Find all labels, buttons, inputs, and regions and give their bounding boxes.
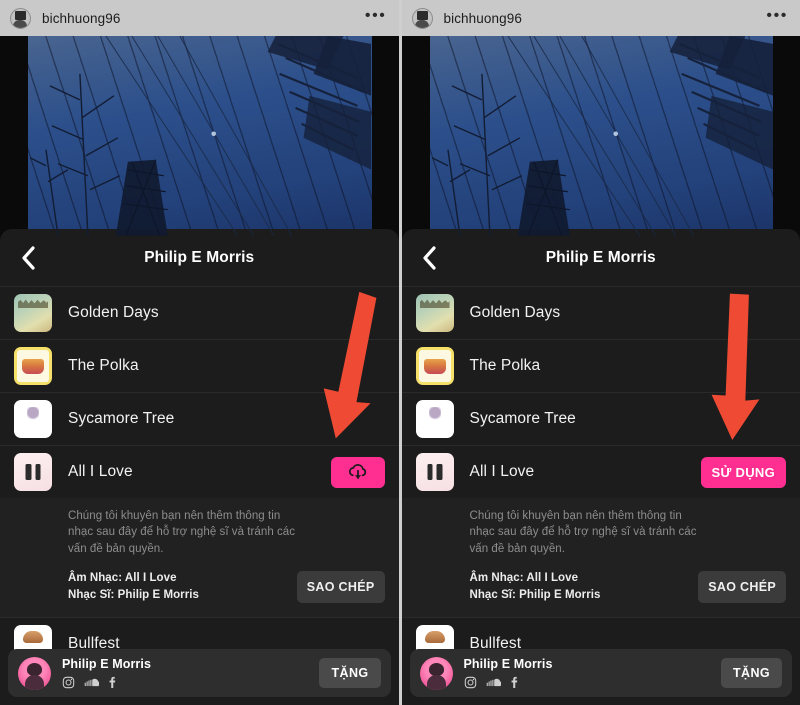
pause-icon <box>25 464 41 480</box>
the-polka-album-art <box>415 347 454 385</box>
facebook-icon[interactable] <box>108 675 117 689</box>
artist-name-line: Nhạc Sĩ: Philip E Morris <box>68 589 199 601</box>
track-title: All I Love <box>469 463 535 480</box>
artist-info: Philip E Morris <box>464 657 553 689</box>
copyright-advice-text: Chúng tôi khuyên bạn nên thêm thông tin … <box>469 510 697 555</box>
use-button[interactable]: SỬ DỤNG <box>700 456 786 488</box>
screenshot-stage: bichhuong96 ••• Philip E Morris Golden D… <box>0 0 800 705</box>
track-action-slot <box>330 456 385 488</box>
download-button[interactable] <box>330 456 385 488</box>
artist-name: Philip E Morris <box>62 657 152 671</box>
track-details-panel: Chúng tôi khuyên bạn nên thêm thông tin … <box>0 498 399 618</box>
back-chevron-glyph <box>423 245 436 270</box>
more-options-dots-icon[interactable]: ••• <box>365 7 387 29</box>
track-title: Golden Days <box>68 304 159 321</box>
copyright-advice-text: Chúng tôi khuyên bạn nên thêm thông tin … <box>68 510 296 555</box>
artist-info: Philip E Morris <box>62 657 151 689</box>
instagram-username[interactable]: bichhuong96 <box>444 11 522 26</box>
profile-avatar-icon[interactable] <box>10 7 31 29</box>
music-sheet: Philip E Morris Golden Days The Polka Sy… <box>0 229 399 705</box>
artist-name: Philip E Morris <box>463 657 553 671</box>
instagram-icon[interactable] <box>464 676 477 689</box>
sheet-header: Philip E Morris <box>0 229 399 286</box>
track-title: All I Love <box>68 463 133 480</box>
post-photo-region: bichhuong96 ••• <box>401 0 800 236</box>
track-title: The Polka <box>469 357 541 374</box>
track-title: The Polka <box>68 357 139 374</box>
all-i-love-album-art <box>14 453 52 491</box>
track-row-the-polka[interactable]: The Polka <box>401 339 800 392</box>
track-row-all-i-love[interactable]: All I Love <box>0 445 399 498</box>
music-title-line: Âm Nhạc: All I Love <box>68 571 177 584</box>
artist-social-links <box>464 675 553 689</box>
left-panel: bichhuong96 ••• Philip E Morris Golden D… <box>0 0 399 705</box>
sycamore-tree-album-art <box>415 400 454 438</box>
track-action-slot: SỬ DỤNG <box>700 456 786 488</box>
artist-social-links <box>62 675 151 689</box>
golden-days-album-art <box>14 294 52 332</box>
cloud-download-icon <box>348 464 366 479</box>
right-panel: bichhuong96 ••• Philip E Morris Golden D… <box>401 0 800 705</box>
copy-button[interactable]: SAO CHÉP <box>296 571 385 603</box>
artist-avatar-icon[interactable] <box>18 656 51 690</box>
track-title: Golden Days <box>469 304 561 321</box>
track-row-sycamore-tree[interactable]: Sycamore Tree <box>0 392 399 445</box>
page-title: Philip E Morris <box>144 248 255 266</box>
facebook-icon[interactable] <box>510 675 519 689</box>
page-title: Philip E Morris <box>545 248 656 266</box>
track-metadata-row: Âm Nhạc: All I Love Nhạc Sĩ: Philip E Mo… <box>469 570 786 604</box>
track-metadata-row: Âm Nhạc: All I Love Nhạc Sĩ: Philip E Mo… <box>68 570 385 604</box>
golden-days-album-art <box>415 294 454 332</box>
soundcloud-icon[interactable] <box>84 677 99 688</box>
instagram-icon[interactable] <box>62 676 75 689</box>
track-details-panel: Chúng tôi khuyên bạn nên thêm thông tin … <box>401 498 800 618</box>
track-row-the-polka[interactable]: The Polka <box>0 339 399 392</box>
artist-name-line: Nhạc Sĩ: Philip E Morris <box>469 589 601 601</box>
copy-button[interactable]: SAO CHÉP <box>698 571 786 603</box>
track-row-sycamore-tree[interactable]: Sycamore Tree <box>401 392 800 445</box>
track-row-all-i-love[interactable]: All I Love SỬ DỤNG <box>401 445 800 498</box>
track-row-golden-days[interactable]: Golden Days <box>401 286 800 339</box>
more-options-dots-icon[interactable]: ••• <box>766 7 788 29</box>
profile-avatar-icon[interactable] <box>411 7 433 29</box>
instagram-username[interactable]: bichhuong96 <box>42 11 120 26</box>
sycamore-tree-album-art <box>14 400 52 438</box>
back-chevron-icon[interactable] <box>418 245 442 270</box>
sheet-header: Philip E Morris <box>402 229 800 286</box>
track-row-golden-days[interactable]: Golden Days <box>0 286 399 339</box>
music-title-line: Âm Nhạc: All I Love <box>469 571 579 584</box>
gift-button[interactable]: TẶNG <box>720 658 782 688</box>
soundcloud-icon[interactable] <box>486 677 501 688</box>
back-chevron-icon[interactable] <box>16 245 40 270</box>
track-title: Sycamore Tree <box>68 410 175 427</box>
back-chevron-glyph <box>21 245 35 270</box>
instagram-post-header: bichhuong96 ••• <box>0 0 399 36</box>
artist-bar[interactable]: Philip E Morris TẶNG <box>409 649 792 697</box>
artist-avatar-icon[interactable] <box>419 656 453 690</box>
all-i-love-album-art <box>415 453 454 491</box>
the-polka-album-art <box>14 347 52 385</box>
pause-icon <box>427 464 442 480</box>
instagram-post-header: bichhuong96 ••• <box>401 0 800 36</box>
music-sheet: Philip E Morris Golden Days The Polka Sy… <box>401 229 800 705</box>
artist-bar[interactable]: Philip E Morris TẶNG <box>8 649 391 697</box>
gift-button[interactable]: TẶNG <box>319 658 381 688</box>
post-photo-region: bichhuong96 ••• <box>0 0 399 236</box>
track-title: Sycamore Tree <box>469 410 576 427</box>
